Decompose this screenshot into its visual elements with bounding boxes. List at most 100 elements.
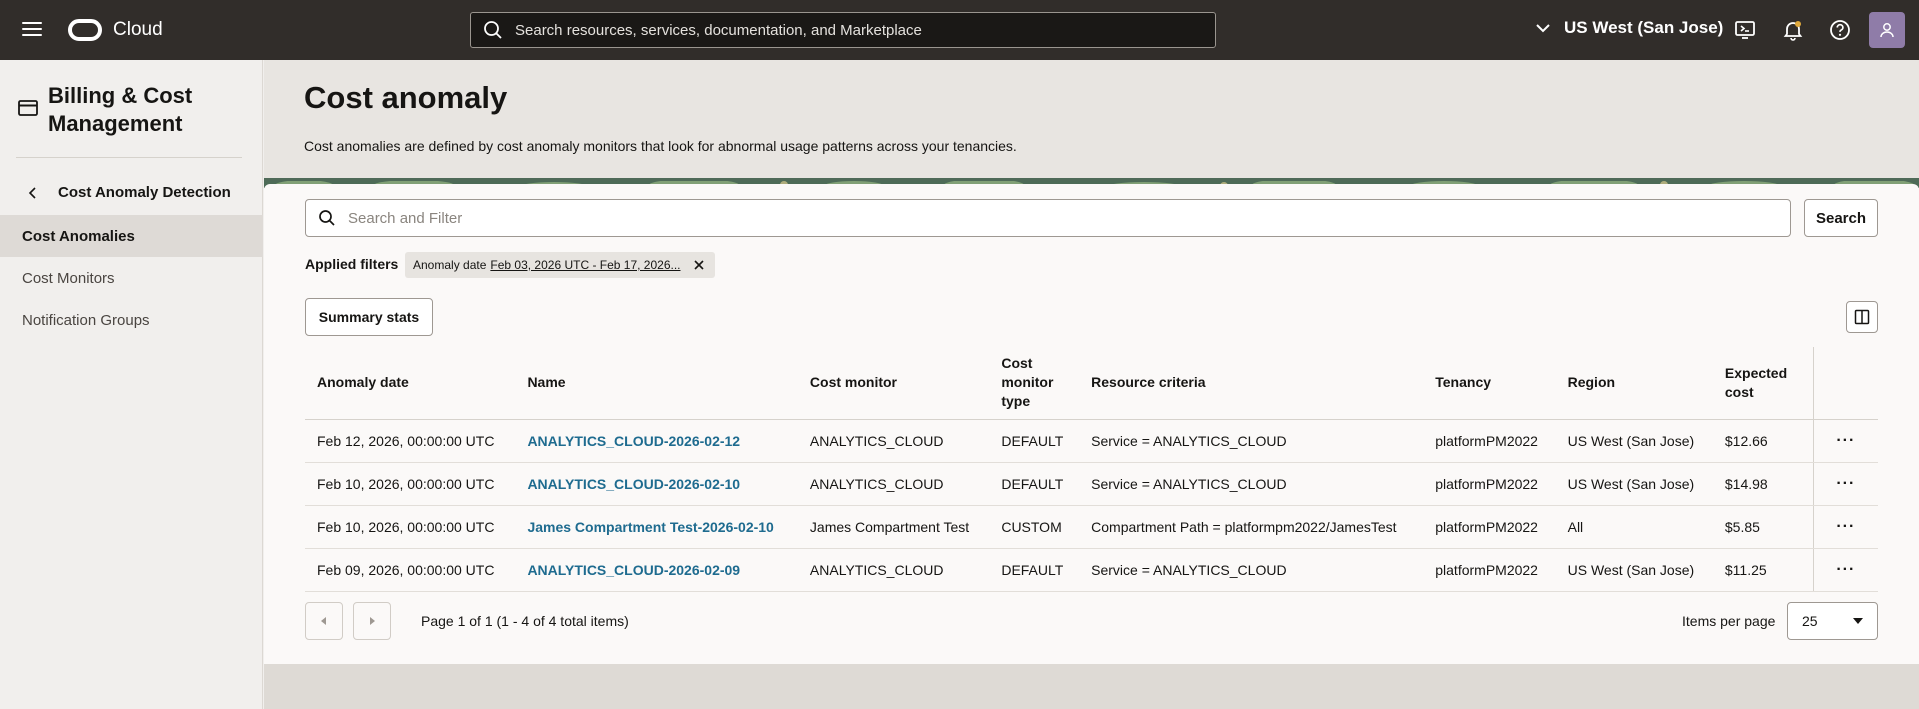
cloud-shell-icon[interactable]: [1733, 18, 1757, 42]
table-row: Feb 10, 2026, 00:00:00 UTC ANALYTICS_CLO…: [305, 462, 1878, 506]
caret-down-icon: [1853, 618, 1863, 624]
user-icon[interactable]: [1869, 12, 1905, 48]
items-per-page-label: Items per page: [1682, 613, 1776, 629]
cell-criteria: Service = ANALYTICS_CLOUD: [1079, 419, 1424, 463]
cell-region: US West (San Jose): [1555, 462, 1713, 506]
columns-icon[interactable]: [1846, 301, 1878, 333]
col-actions: [1812, 347, 1878, 420]
search-button[interactable]: Search: [1804, 199, 1878, 237]
cell-type: DEFAULT: [989, 419, 1080, 463]
sidebar: Billing & Cost Management Cost Anomaly D…: [0, 60, 263, 709]
cell-criteria: Service = ANALYTICS_CLOUD: [1079, 462, 1424, 506]
bottom-background: [264, 664, 1919, 709]
cell-date: Feb 09, 2026, 00:00:00 UTC: [305, 548, 516, 592]
brand-label[interactable]: Cloud: [113, 19, 163, 41]
page-description: Cost anomalies are defined by cost anoma…: [304, 138, 1017, 154]
global-search[interactable]: [470, 12, 1216, 48]
search-filter-box[interactable]: [305, 199, 1791, 237]
cell-monitor: James Compartment Test: [797, 505, 990, 549]
cell-region: US West (San Jose): [1555, 548, 1713, 592]
cell-name-link[interactable]: ANALYTICS_CLOUD-2026-02-12: [515, 419, 798, 463]
page-header: Cost anomaly Cost anomalies are defined …: [264, 60, 1919, 178]
top-bar: Cloud US West (San Jose): [0, 0, 1919, 60]
filter-chip-key: Anomaly date: [413, 258, 487, 272]
summary-stats-button[interactable]: Summary stats: [305, 298, 433, 336]
table-header-row: Anomaly date Name Cost monitor Cost moni…: [305, 347, 1878, 420]
bell-icon[interactable]: [1781, 18, 1805, 42]
cell-tenancy: platformPM2022: [1423, 505, 1556, 549]
search-icon: [483, 20, 503, 40]
close-icon[interactable]: [693, 259, 705, 271]
more-actions-icon[interactable]: ···: [1836, 561, 1855, 579]
chevron-right-icon: [370, 617, 375, 625]
cell-name-link[interactable]: ANALYTICS_CLOUD-2026-02-10: [515, 462, 798, 506]
cell-date: Feb 10, 2026, 00:00:00 UTC: [305, 462, 516, 506]
cell-tenancy: platformPM2022: [1423, 548, 1556, 592]
col-cost-monitor-type[interactable]: Cost monitor type: [989, 347, 1080, 420]
prev-page-button[interactable]: [305, 602, 343, 640]
cell-type: DEFAULT: [989, 462, 1080, 506]
col-name[interactable]: Name: [515, 347, 798, 420]
sidebar-item-cost-monitors[interactable]: Cost Monitors: [0, 257, 263, 299]
main-content: Cost anomaly Cost anomalies are defined …: [264, 60, 1919, 709]
cell-date: Feb 10, 2026, 00:00:00 UTC: [305, 505, 516, 549]
global-search-input[interactable]: [515, 21, 1195, 39]
cell-cost: $14.98: [1712, 462, 1814, 506]
billing-card-icon: [18, 100, 38, 116]
col-expected-cost[interactable]: Expected cost: [1712, 347, 1814, 420]
next-page-button[interactable]: [353, 602, 391, 640]
region-label: US West (San Jose): [1564, 18, 1724, 37]
applied-filters-label: Applied filters: [305, 256, 399, 272]
cell-monitor: ANALYTICS_CLOUD: [797, 419, 990, 463]
col-region[interactable]: Region: [1555, 347, 1713, 420]
chevron-down-icon: [1536, 24, 1550, 33]
cell-name-link[interactable]: ANALYTICS_CLOUD-2026-02-09: [515, 548, 798, 592]
cell-monitor: ANALYTICS_CLOUD: [797, 548, 990, 592]
cell-cost: $5.85: [1712, 505, 1814, 549]
chevron-left-icon: [321, 617, 326, 625]
cell-type: CUSTOM: [989, 505, 1080, 549]
cell-monitor: ANALYTICS_CLOUD: [797, 462, 990, 506]
search-icon: [319, 210, 335, 226]
cell-cost: $11.25: [1712, 548, 1814, 592]
sidebar-item-cost-anomalies[interactable]: Cost Anomalies: [0, 215, 263, 257]
items-per-page-select[interactable]: 25: [1787, 602, 1878, 640]
cell-criteria: Compartment Path = platformpm2022/JamesT…: [1079, 505, 1424, 549]
filter-chip-value[interactable]: Feb 03, 2026 UTC - Feb 17, 2026...: [490, 258, 680, 272]
col-tenancy[interactable]: Tenancy: [1423, 347, 1556, 420]
col-anomaly-date[interactable]: Anomaly date: [305, 347, 516, 420]
chevron-left-icon: [28, 186, 36, 199]
more-actions-icon[interactable]: ···: [1836, 518, 1855, 536]
sidebar-title: Billing & Cost Management: [48, 83, 193, 136]
back-link[interactable]: Cost Anomaly Detection: [28, 184, 231, 201]
sidebar-item-notification-groups[interactable]: Notification Groups: [0, 299, 263, 341]
table-row: Feb 10, 2026, 00:00:00 UTC James Compart…: [305, 505, 1878, 549]
cell-date: Feb 12, 2026, 00:00:00 UTC: [305, 419, 516, 463]
anomaly-table: Anomaly date Name Cost monitor Cost moni…: [305, 347, 1878, 592]
cell-type: DEFAULT: [989, 548, 1080, 592]
cell-criteria: Service = ANALYTICS_CLOUD: [1079, 548, 1424, 592]
table-row: Feb 12, 2026, 00:00:00 UTC ANALYTICS_CLO…: [305, 419, 1878, 463]
table-row: Feb 09, 2026, 00:00:00 UTC ANALYTICS_CLO…: [305, 548, 1878, 592]
content-panel: Search Applied filters Anomaly date Feb …: [264, 184, 1919, 664]
col-resource-criteria[interactable]: Resource criteria: [1079, 347, 1424, 420]
cell-name-link[interactable]: James Compartment Test-2026-02-10: [515, 505, 798, 549]
hamburger-icon[interactable]: [22, 22, 42, 38]
page-title: Cost anomaly: [304, 80, 508, 115]
filter-chip: Anomaly date Feb 03, 2026 UTC - Feb 17, …: [405, 252, 715, 278]
cell-cost: $12.66: [1712, 419, 1814, 463]
cell-region: US West (San Jose): [1555, 419, 1713, 463]
items-per-page-value: 25: [1802, 613, 1818, 629]
search-filter-input[interactable]: [348, 209, 1748, 227]
col-cost-monitor[interactable]: Cost monitor: [797, 347, 990, 420]
oracle-logo[interactable]: [68, 19, 102, 41]
back-link-label: Cost Anomaly Detection: [58, 184, 231, 201]
pagination-text: Page 1 of 1 (1 - 4 of 4 total items): [421, 613, 629, 629]
more-actions-icon[interactable]: ···: [1836, 432, 1855, 450]
cell-tenancy: platformPM2022: [1423, 419, 1556, 463]
region-selector[interactable]: US West (San Jose): [1534, 18, 1723, 38]
sidebar-divider: [16, 157, 242, 158]
more-actions-icon[interactable]: ···: [1836, 475, 1855, 493]
help-icon[interactable]: [1828, 18, 1852, 42]
cell-tenancy: platformPM2022: [1423, 462, 1556, 506]
